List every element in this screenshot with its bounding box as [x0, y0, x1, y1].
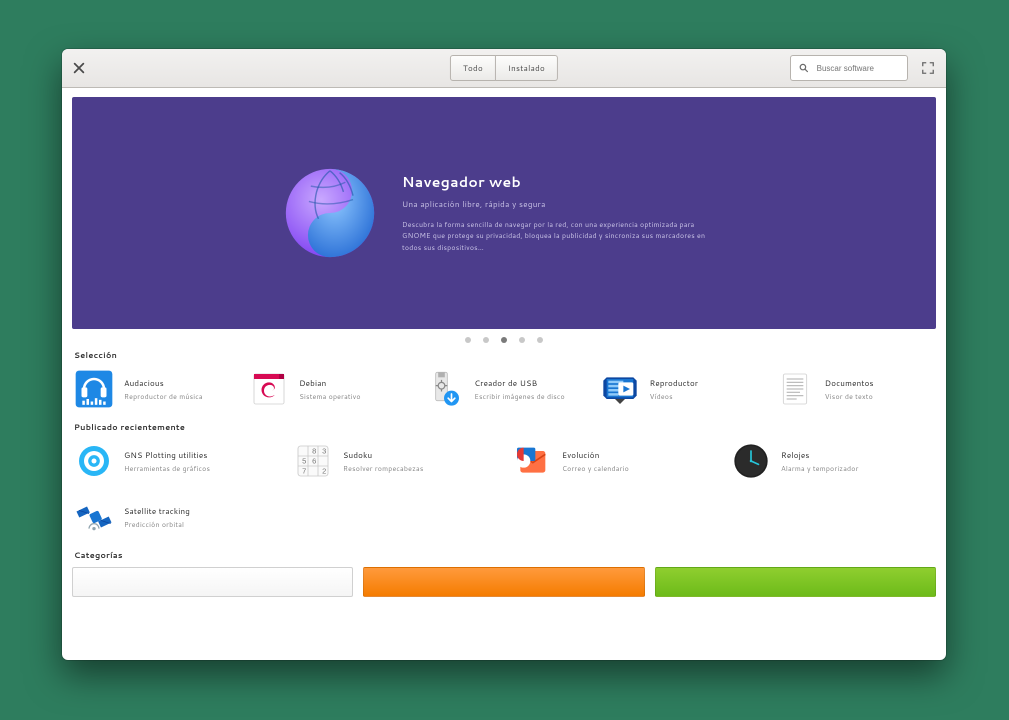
- featured-text: Navegador web Una aplicación libre, rápi…: [402, 172, 722, 254]
- app-desc: Escribir imágenes de disco: [474, 392, 564, 402]
- app-desc: Predicción orbital: [124, 520, 190, 530]
- app-name: Sudoku: [343, 449, 424, 461]
- recent-grid-2: Satellite tracking Predicción orbital: [72, 493, 936, 541]
- satellite-icon: [74, 497, 114, 537]
- section-title-categories: Categorías: [74, 549, 936, 561]
- document-icon: [775, 369, 815, 409]
- pager-dot-4[interactable]: [537, 337, 543, 343]
- app-desc: Resolver rompecabezas: [343, 464, 424, 474]
- app-name: GNS Plotting utilities: [124, 449, 210, 461]
- app-desc: Correo y calendario: [562, 464, 629, 474]
- app-name: Documentos: [825, 377, 874, 389]
- app-card[interactable]: GNS Plotting utilities Herramientas de g…: [72, 437, 279, 485]
- globe-yin-yang-icon: [282, 165, 378, 261]
- headphones-icon: [74, 369, 114, 409]
- choice-grid: Audacious Reproductor de música Debian S…: [72, 365, 936, 413]
- headerbar: Todo Instalado: [62, 49, 946, 88]
- tab-all[interactable]: Todo: [450, 55, 496, 81]
- app-name: Audacious: [124, 377, 203, 389]
- app-desc: Herramientas de gráficos: [124, 464, 210, 474]
- featured-app-icon: [282, 165, 378, 261]
- app-desc: Alarma y temporizador: [781, 464, 859, 474]
- expand-icon: [921, 61, 935, 75]
- category-tile-2[interactable]: [655, 567, 936, 597]
- app-desc: Sistema operativo: [299, 392, 361, 402]
- app-name: Reproductor: [650, 377, 699, 389]
- svg-text:7: 7: [302, 467, 306, 476]
- pager-dot-0[interactable]: [465, 337, 471, 343]
- app-card[interactable]: Creador de USB Escribir imágenes de disc…: [422, 365, 585, 413]
- svg-text:8: 8: [312, 447, 316, 456]
- content-area: Navegador web Una aplicación libre, rápi…: [62, 87, 946, 660]
- clock-icon: [731, 441, 771, 481]
- app-card[interactable]: Evolución Correo y calendario: [510, 437, 717, 485]
- featured-description: Descubra la forma sencilla de navegar po…: [402, 220, 722, 254]
- featured-banner[interactable]: Navegador web Una aplicación libre, rápi…: [72, 97, 936, 329]
- app-name: Relojes: [781, 449, 859, 461]
- close-icon: [72, 61, 86, 75]
- svg-text:5: 5: [302, 457, 306, 466]
- pager-dot-2[interactable]: [501, 337, 507, 343]
- categories-row: [72, 567, 936, 597]
- search-input[interactable]: [815, 63, 899, 74]
- usb-writer-icon: [424, 369, 464, 409]
- close-button[interactable]: [62, 49, 96, 87]
- app-name: Debian: [299, 377, 361, 389]
- app-card[interactable]: Documentos Visor de texto: [773, 365, 936, 413]
- fullscreen-button[interactable]: [916, 56, 940, 80]
- svg-text:3: 3: [322, 447, 326, 456]
- section-title-choice: Selección: [74, 349, 936, 361]
- app-card[interactable]: Relojes Alarma y temporizador: [729, 437, 936, 485]
- video-player-icon: [600, 369, 640, 409]
- featured-title: Navegador web: [402, 172, 722, 192]
- app-card[interactable]: Audacious Reproductor de música: [72, 365, 235, 413]
- app-name: Creador de USB: [474, 377, 564, 389]
- app-card[interactable]: Debian Sistema operativo: [247, 365, 410, 413]
- app-card[interactable]: Reproductor Vídeos: [598, 365, 761, 413]
- search-icon: [799, 62, 809, 74]
- pager-dot-1[interactable]: [483, 337, 489, 343]
- app-window: Todo Instalado: [62, 49, 946, 660]
- view-switcher: Todo Instalado: [450, 55, 558, 81]
- pager-dot-3[interactable]: [519, 337, 525, 343]
- app-desc: Visor de texto: [825, 392, 874, 402]
- featured-subtitle: Una aplicación libre, rápida y segura: [402, 198, 722, 210]
- carousel-pager: [72, 337, 936, 343]
- recent-grid: GNS Plotting utilities Herramientas de g…: [72, 437, 936, 485]
- app-card[interactable]: Satellite tracking Predicción orbital: [72, 493, 235, 541]
- app-card[interactable]: 8 3 5 6 7 2 Sudoku Resolver rompecabezas: [291, 437, 498, 485]
- category-tile-0[interactable]: [72, 567, 353, 597]
- mail-icon: [512, 441, 552, 481]
- app-desc: Vídeos: [650, 392, 699, 402]
- target-icon: [74, 441, 114, 481]
- sudoku-icon: 8 3 5 6 7 2: [293, 441, 333, 481]
- app-name: Satellite tracking: [124, 505, 190, 517]
- app-desc: Reproductor de música: [124, 392, 203, 402]
- debian-icon: [249, 369, 289, 409]
- section-title-recent: Publicado recientemente: [74, 421, 936, 433]
- category-tile-1[interactable]: [363, 567, 644, 597]
- search-field[interactable]: [790, 55, 908, 81]
- tab-installed[interactable]: Instalado: [496, 55, 558, 81]
- app-name: Evolución: [562, 449, 629, 461]
- svg-text:6: 6: [312, 457, 316, 466]
- svg-text:2: 2: [322, 467, 326, 476]
